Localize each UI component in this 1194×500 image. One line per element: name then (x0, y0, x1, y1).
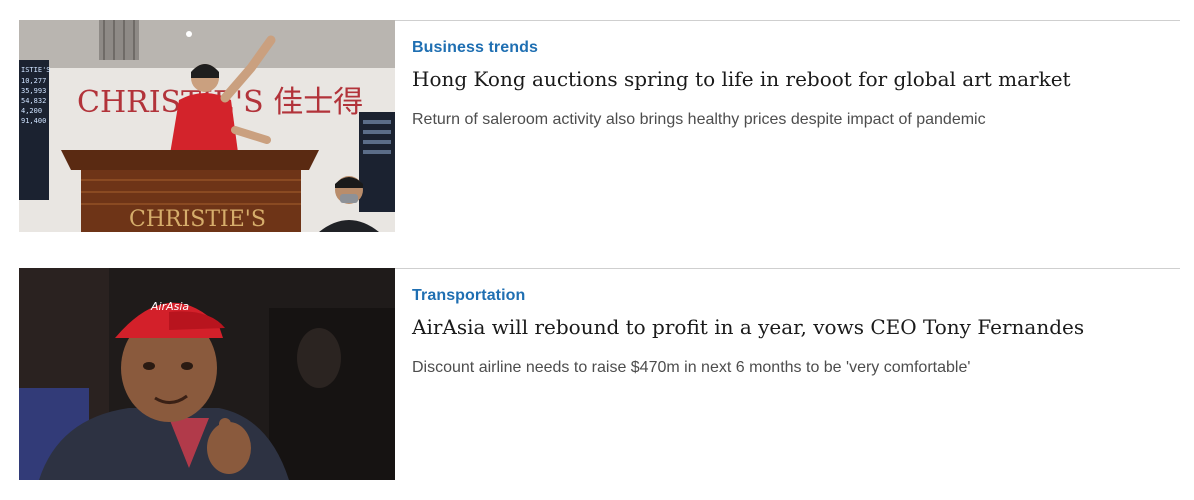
board-line: 54,832 (21, 97, 46, 105)
cap-text: AirAsia (150, 300, 189, 313)
headline-link[interactable]: AirAsia will rebound to profit in a year… (412, 314, 1180, 340)
board-line: 91,400 (21, 117, 46, 125)
podium-text: CHRISTIE'S (129, 207, 266, 232)
board-line: 35,993 (21, 87, 46, 95)
category-link[interactable]: Transportation (412, 286, 1180, 306)
standfirst: Return of saleroom activity also brings … (412, 111, 986, 128)
article-text: Business trends Hong Kong auctions sprin… (412, 38, 1180, 130)
standfirst: Discount airline needs to raise $470m in… (412, 359, 971, 376)
divider (395, 20, 1180, 21)
article-image[interactable]: AirAsia (19, 268, 395, 480)
divider (395, 268, 1180, 269)
article-card: AirAsia Transportation AirAsia will rebo… (19, 268, 1180, 480)
board-line: 4,200 (21, 107, 42, 115)
category-link[interactable]: Business trends (412, 38, 1180, 58)
board-line: 10,277 (21, 77, 46, 85)
article-image[interactable]: ISTIE'S 10,277 35,993 54,832 4,200 91,40… (19, 20, 395, 232)
article-card: ISTIE'S 10,277 35,993 54,832 4,200 91,40… (19, 20, 1180, 232)
headline-link[interactable]: Hong Kong auctions spring to life in reb… (412, 66, 1180, 92)
board-line: ISTIE'S (21, 66, 51, 74)
article-text: Transportation AirAsia will rebound to p… (412, 286, 1180, 378)
